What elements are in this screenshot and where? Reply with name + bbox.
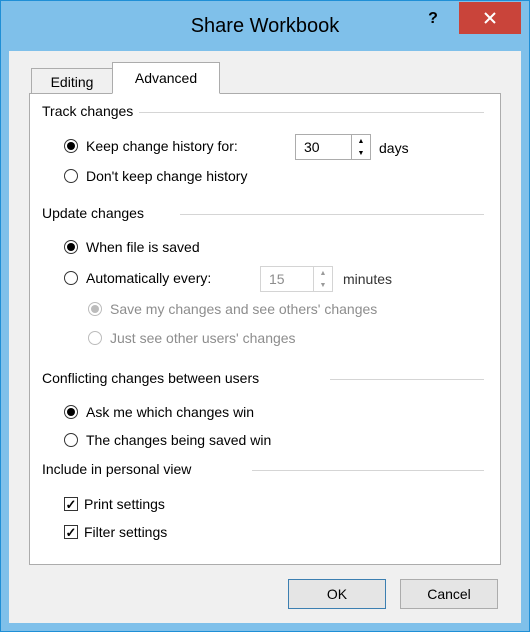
days-value[interactable]: 30 <box>296 135 351 159</box>
stepper-down-icon[interactable]: ▼ <box>352 147 370 159</box>
when-file-saved-radio[interactable]: When file is saved <box>64 239 200 255</box>
cancel-button[interactable]: Cancel <box>400 579 498 609</box>
saved-win-radio[interactable]: The changes being saved win <box>64 432 271 448</box>
share-workbook-dialog: Share Workbook ? Editing Advanced Track … <box>0 0 530 632</box>
track-changes-heading: Track changes <box>42 103 140 119</box>
saved-win-label: The changes being saved win <box>86 432 272 448</box>
radio-unselected <box>64 271 78 285</box>
ask-me-label: Ask me which changes win <box>86 404 255 420</box>
ok-button[interactable]: OK <box>288 579 386 609</box>
radio-unselected <box>88 331 102 345</box>
print-settings-checkbox[interactable]: ✓ Print settings <box>64 496 165 512</box>
personal-view-heading: Include in personal view <box>42 461 198 477</box>
group-divider <box>130 112 484 113</box>
stepper-up-icon[interactable]: ▲ <box>314 267 332 279</box>
minutes-unit: minutes <box>343 271 393 287</box>
minutes-stepper[interactable]: 15 ▲ ▼ <box>260 266 333 292</box>
when-file-saved-label: When file is saved <box>86 239 200 255</box>
dialog-title: Share Workbook <box>190 15 340 37</box>
advanced-panel: Track changes Keep change history for: 3… <box>29 93 501 565</box>
keep-history-label: Keep change history for: <box>86 138 238 154</box>
automatically-every-radio[interactable]: Automatically every: <box>64 270 211 286</box>
just-see-radio[interactable]: Just see other users' changes <box>88 330 296 346</box>
close-button[interactable] <box>459 2 521 34</box>
radio-selected <box>88 302 102 316</box>
print-settings-label: Print settings <box>84 496 165 512</box>
dialog-body: Editing Advanced Track changes Keep chan… <box>9 51 521 623</box>
title-bar: Share Workbook ? <box>1 1 529 51</box>
tab-editing[interactable]: Editing <box>31 68 113 94</box>
group-divider <box>180 214 484 215</box>
stepper-down-icon[interactable]: ▼ <box>314 279 332 291</box>
close-icon <box>484 12 496 24</box>
checkmark-icon: ✓ <box>64 524 78 540</box>
tab-advanced[interactable]: Advanced <box>112 62 220 94</box>
tab-editing-label: Editing <box>50 73 94 90</box>
days-arrows: ▲ ▼ <box>351 135 370 159</box>
radio-selected <box>64 405 78 419</box>
keep-history-radio[interactable]: Keep change history for: <box>64 138 238 154</box>
checkmark-icon: ✓ <box>64 496 78 512</box>
save-and-see-label: Save my changes and see others' changes <box>110 301 378 317</box>
minutes-arrows: ▲ ▼ <box>313 267 332 291</box>
radio-selected <box>64 139 78 153</box>
dont-keep-history-label: Don't keep change history <box>86 168 248 184</box>
help-button[interactable]: ? <box>423 7 443 31</box>
just-see-label: Just see other users' changes <box>110 330 296 346</box>
group-divider <box>252 470 484 471</box>
radio-unselected <box>64 169 78 183</box>
automatically-every-label: Automatically every: <box>86 270 212 286</box>
group-divider <box>330 379 484 380</box>
ask-me-radio[interactable]: Ask me which changes win <box>64 404 254 420</box>
update-changes-heading: Update changes <box>42 205 150 221</box>
days-stepper[interactable]: 30 ▲ ▼ <box>295 134 371 160</box>
save-and-see-radio[interactable]: Save my changes and see others' changes <box>88 301 377 317</box>
tab-advanced-label: Advanced <box>134 70 198 86</box>
filter-settings-checkbox[interactable]: ✓ Filter settings <box>64 524 167 540</box>
days-unit: days <box>379 140 409 156</box>
radio-unselected <box>64 433 78 447</box>
dont-keep-history-radio[interactable]: Don't keep change history <box>64 168 247 184</box>
stepper-up-icon[interactable]: ▲ <box>352 135 370 147</box>
conflicting-changes-heading: Conflicting changes between users <box>42 370 266 386</box>
minutes-value[interactable]: 15 <box>261 267 313 291</box>
filter-settings-label: Filter settings <box>84 524 168 540</box>
radio-selected <box>64 240 78 254</box>
